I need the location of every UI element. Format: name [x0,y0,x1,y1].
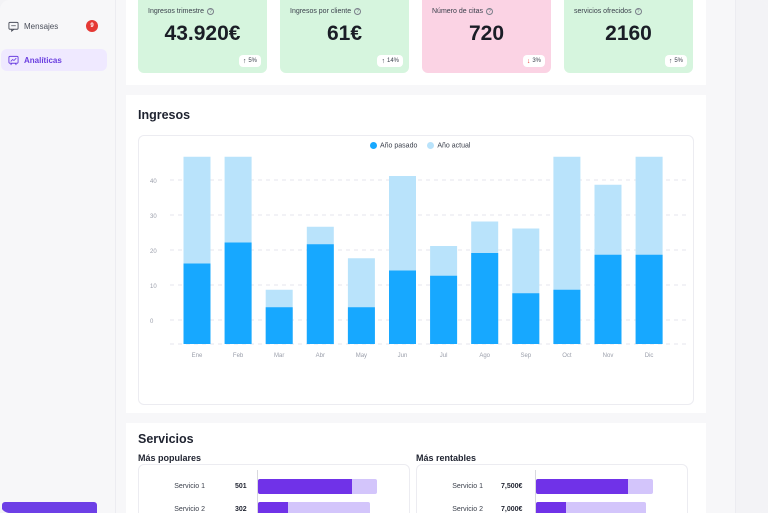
service-bar-value[interactable] [536,502,566,513]
x-tick-label: Ago [479,353,490,359]
app-frame: Mensajes 9 Analíticas Ingresos trimestre… [0,0,768,513]
populares-title: Más populares [138,453,202,463]
service-label: Servicio 1 [452,483,483,490]
bar-ano-pasado[interactable] [471,253,499,344]
y-tick-label: 10 [150,284,157,290]
x-tick-label: Nov [603,353,614,359]
y-tick-label: 0 [150,319,154,325]
y-tick-label: 30 [150,214,157,220]
service-value: 7,500€ [501,483,523,490]
bar-ano-pasado[interactable] [389,270,416,345]
servicios-title: Servicios [138,432,194,446]
service-bar-value[interactable] [536,479,628,494]
y-tick-label: 20 [150,249,157,255]
bar-ano-pasado[interactable] [594,254,622,344]
x-tick-label: Abr [316,353,325,359]
x-tick-label: Feb [233,353,244,359]
service-label: Servicio 1 [174,483,205,490]
y-tick-label: 40 [150,179,157,185]
bar-ano-pasado[interactable] [347,307,375,344]
x-tick-label: Jul [440,353,448,359]
bar-ano-pasado[interactable] [306,244,334,344]
bar-ano-pasado[interactable] [265,307,293,344]
bar-ano-pasado[interactable] [553,289,581,344]
bar-ano-pasado[interactable] [635,254,663,344]
service-value: 7,000€ [501,506,523,513]
service-bar-value[interactable] [258,479,352,494]
x-tick-label: May [356,353,367,359]
bar-ano-pasado[interactable] [183,263,211,345]
x-tick-label: Dic [645,353,654,359]
x-tick-label: Jun [398,353,408,359]
bar-ano-pasado[interactable] [512,293,540,344]
service-value: 501 [235,483,247,490]
rentables-title: Más rentables [416,453,477,463]
bar-ano-pasado[interactable] [430,275,458,344]
x-tick-label: Mar [274,353,284,359]
x-tick-label: Oct [562,353,572,359]
x-tick-label: Ene [192,353,203,359]
service-bar-value[interactable] [258,502,288,513]
service-value: 302 [235,506,247,513]
service-label: Servicio 2 [452,506,483,513]
bar-ano-pasado[interactable] [224,242,252,345]
service-label: Servicio 2 [174,506,205,513]
x-tick-label: Sep [520,353,531,359]
